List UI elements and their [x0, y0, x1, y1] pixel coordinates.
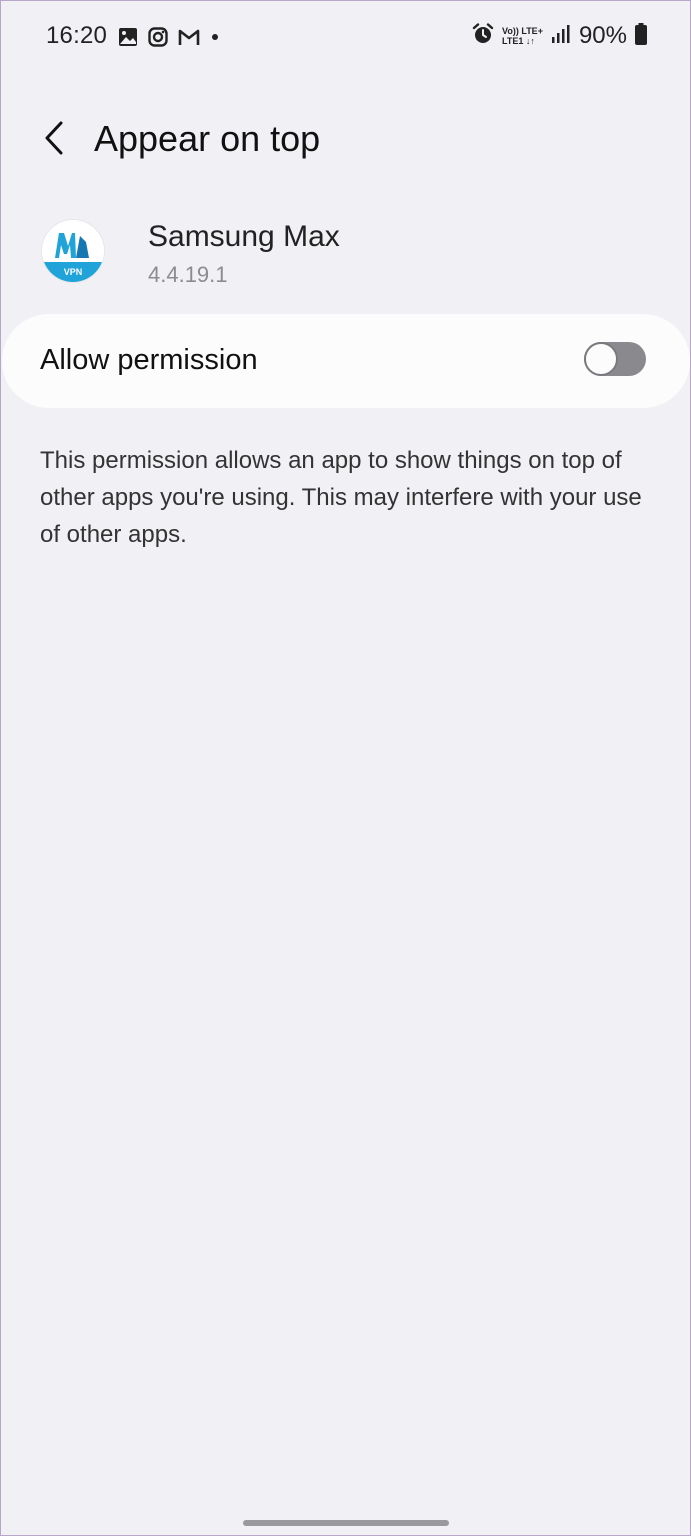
- network-line-2: LTE1 ↓↑: [502, 36, 535, 46]
- allow-permission-row[interactable]: Allow permission: [2, 314, 690, 408]
- gesture-nav-handle[interactable]: [242, 1520, 449, 1526]
- app-name: Samsung Max: [148, 220, 340, 253]
- status-time: 16:20: [46, 22, 108, 49]
- gmail-icon: [178, 28, 200, 46]
- dot-icon: [210, 32, 220, 42]
- app-icon-label: VPN: [64, 267, 83, 277]
- app-version: 4.4.19.1: [148, 262, 228, 287]
- battery-icon: [635, 22, 647, 50]
- network-line-1: Vo)) LTE+: [502, 26, 543, 36]
- toggle-knob: [584, 342, 618, 376]
- gallery-icon: [118, 27, 138, 47]
- signal-icon: [551, 24, 571, 49]
- network-status: Vo)) LTE+ LTE1 ↓↑: [502, 26, 543, 46]
- app-icon: VPN: [42, 220, 104, 282]
- back-button[interactable]: [32, 116, 76, 160]
- app-bar: Appear on top: [0, 110, 691, 170]
- instagram-icon: [148, 27, 168, 47]
- battery-percent: 90%: [578, 22, 627, 49]
- system-status: Vo)) LTE+ LTE1 ↓↑ 90%: [472, 22, 647, 50]
- permission-description: This permission allows an app to show th…: [40, 447, 642, 548]
- alarm-icon: [472, 22, 494, 50]
- chevron-left-icon: [45, 121, 63, 155]
- page-title: Appear on top: [94, 118, 321, 159]
- notification-icons: [118, 27, 220, 47]
- allow-permission-toggle[interactable]: [584, 342, 646, 376]
- app-info: VPN Samsung Max 4.4.19.1: [0, 218, 691, 298]
- status-bar: 16:20 Vo)) LTE+ LTE1 ↓↑ 90%: [0, 0, 691, 78]
- allow-permission-label: Allow permission: [40, 344, 258, 376]
